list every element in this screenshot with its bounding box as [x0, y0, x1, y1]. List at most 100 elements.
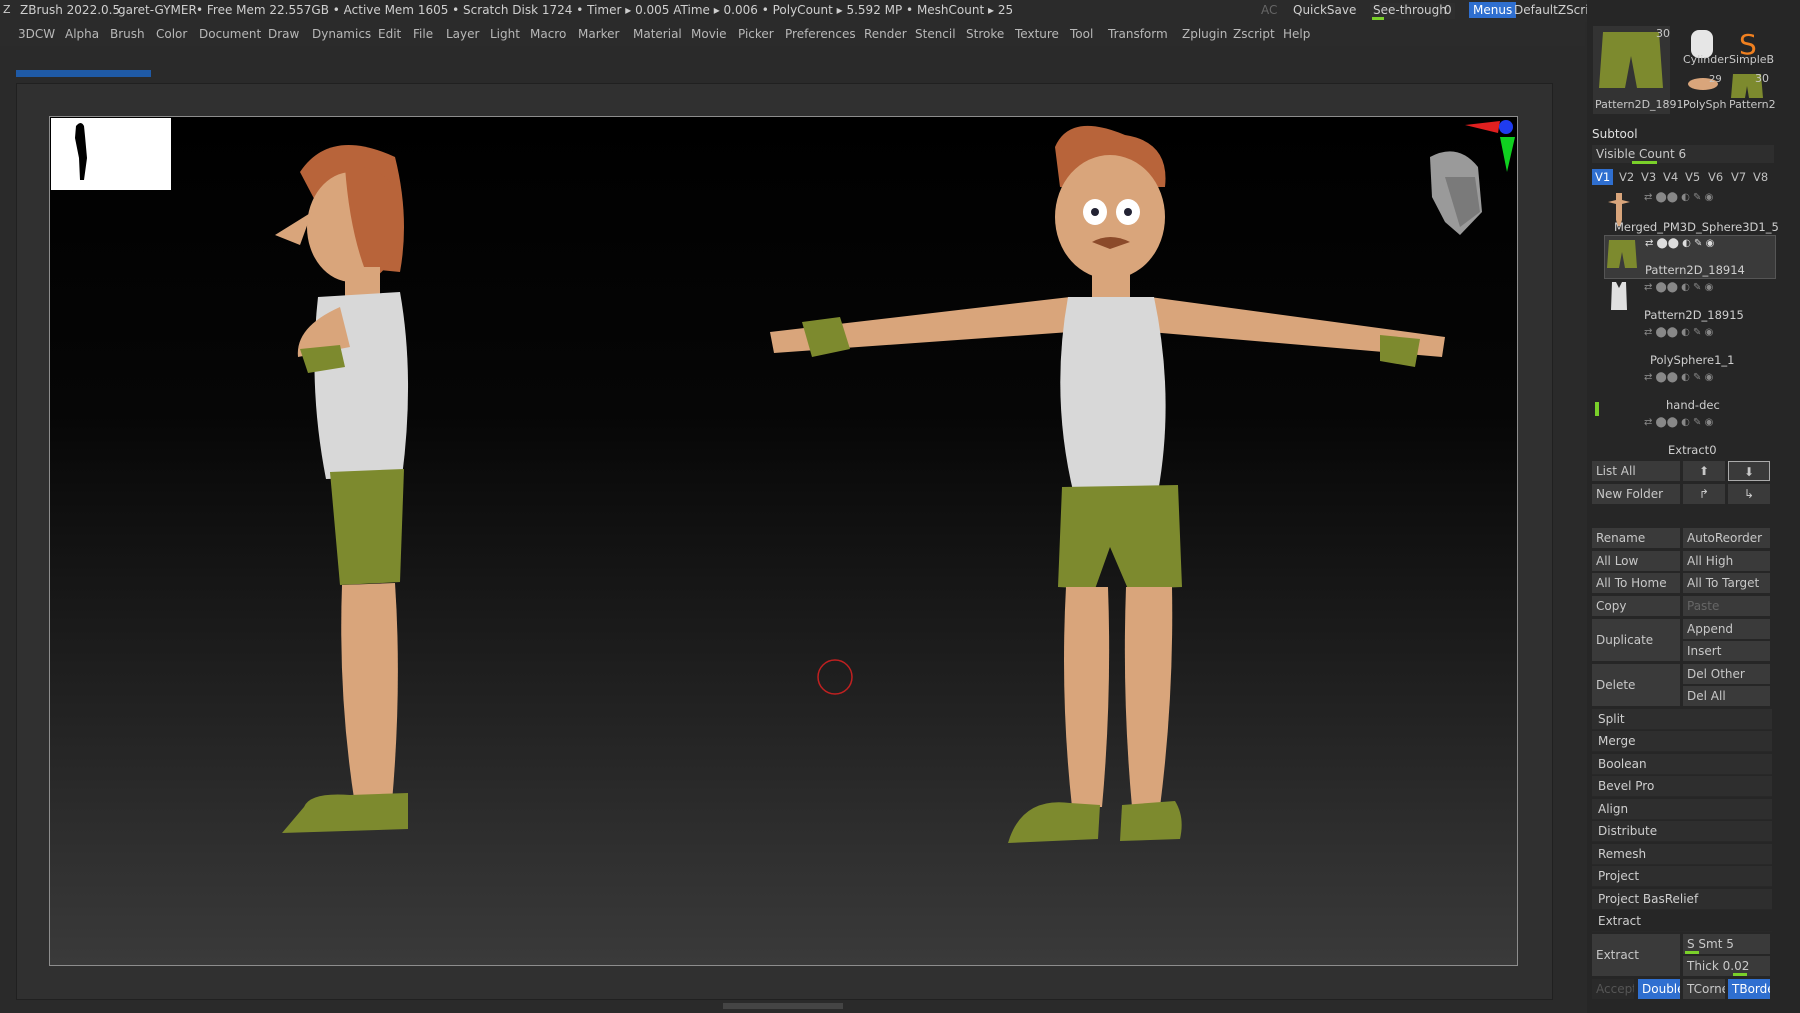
tool-thumb-count: 30: [1755, 72, 1769, 85]
distribute-section[interactable]: Distribute: [1592, 821, 1772, 842]
subtool-controls-icon[interactable]: ⇄ ⬤⬤ ◐ ✎ ◉: [1644, 417, 1713, 428]
extract-section[interactable]: Extract: [1592, 911, 1772, 932]
subtool-controls-icon[interactable]: ⇄ ⬤⬤ ◐ ✎ ◉: [1644, 372, 1713, 383]
tab-v4[interactable]: V4: [1663, 170, 1678, 184]
tool-thumb-polysphere[interactable]: 29 PolySph: [1683, 72, 1726, 112]
visible-count-slider[interactable]: Visible Count 6: [1592, 145, 1774, 164]
tool-thumb-count: 30: [1656, 27, 1670, 40]
menu-3dcw[interactable]: 3DCW: [18, 27, 55, 41]
double-toggle[interactable]: Double: [1638, 979, 1680, 999]
tab-v3[interactable]: V3: [1641, 170, 1656, 184]
menu-render[interactable]: Render: [864, 27, 907, 41]
subtool-name: Pattern2D_18914: [1645, 263, 1745, 277]
copy-button[interactable]: Copy: [1592, 596, 1680, 616]
tab-v2[interactable]: V2: [1619, 170, 1634, 184]
menu-texture[interactable]: Texture: [1015, 27, 1059, 41]
menu-help[interactable]: Help: [1283, 27, 1310, 41]
accept-button[interactable]: Accept: [1592, 979, 1634, 999]
subtool-item[interactable]: ⇄ ⬤⬤ ◐ ✎ ◉ Extract0: [1604, 415, 1774, 457]
viewport-canvas[interactable]: [49, 116, 1518, 966]
menu-light[interactable]: Light: [490, 27, 520, 41]
project-basrelief-section[interactable]: Project BasRelief: [1592, 889, 1772, 910]
menu-transform[interactable]: Transform: [1108, 27, 1168, 41]
subtool-controls-icon[interactable]: ⇄ ⬤⬤ ◐ ✎ ◉: [1645, 238, 1714, 249]
del-other-button[interactable]: Del Other: [1683, 664, 1770, 684]
menu-edit[interactable]: Edit: [378, 27, 401, 41]
menu-brush[interactable]: Brush: [110, 27, 145, 41]
tborde-toggle[interactable]: TBorde: [1728, 979, 1770, 999]
menu-stencil[interactable]: Stencil: [915, 27, 956, 41]
subtool-title[interactable]: Subtool: [1592, 127, 1638, 141]
subtool-controls-icon[interactable]: ⇄ ⬤⬤ ◐ ✎ ◉: [1644, 192, 1713, 203]
delete-button[interactable]: Delete: [1592, 664, 1680, 706]
menu-layer[interactable]: Layer: [446, 27, 479, 41]
bottom-tray-handle[interactable]: [723, 1003, 843, 1009]
quicksave-button[interactable]: QuickSave: [1293, 3, 1356, 17]
menu-draw[interactable]: Draw: [268, 27, 299, 41]
tab-v1[interactable]: V1: [1592, 169, 1614, 185]
folder-in-icon[interactable]: ↳: [1728, 484, 1770, 504]
all-low-button[interactable]: All Low: [1592, 551, 1680, 571]
tool-thumb-simplebrush[interactable]: S SimpleB: [1727, 26, 1774, 66]
all-high-button[interactable]: All High: [1683, 551, 1770, 571]
all-to-target-button[interactable]: All To Target: [1683, 573, 1770, 593]
project-section[interactable]: Project: [1592, 866, 1772, 887]
bevel-pro-section[interactable]: Bevel Pro: [1592, 776, 1772, 797]
menu-movie[interactable]: Movie: [691, 27, 727, 41]
navigation-thumbnail[interactable]: [51, 118, 171, 190]
menu-file[interactable]: File: [413, 27, 433, 41]
menu-marker[interactable]: Marker: [578, 27, 619, 41]
seethrough-slider[interactable]: See-through 0: [1370, 3, 1455, 20]
menu-picker[interactable]: Picker: [738, 27, 774, 41]
subtool-controls-icon[interactable]: ⇄ ⬤⬤ ◐ ✎ ◉: [1644, 327, 1713, 338]
menu-zplugin[interactable]: Zplugin: [1182, 27, 1227, 41]
autoreorder-button[interactable]: AutoReorder: [1683, 528, 1770, 548]
folder-out-icon[interactable]: ↱: [1683, 484, 1725, 504]
menu-document[interactable]: Document: [199, 27, 261, 41]
tool-thumb-pattern2[interactable]: 30 Pattern2: [1727, 72, 1776, 112]
tool-thumb-pattern2d[interactable]: 30 Pattern2D_1891-: [1593, 26, 1688, 114]
extract-button[interactable]: Extract: [1592, 934, 1680, 976]
menu-macro[interactable]: Macro: [530, 27, 566, 41]
paste-button[interactable]: Paste: [1683, 596, 1770, 616]
subtool-item[interactable]: ⇄ ⬤⬤ ◐ ✎ ◉ Pattern2D_18915: [1604, 280, 1774, 322]
merge-section[interactable]: Merge: [1592, 731, 1772, 752]
duplicate-button[interactable]: Duplicate: [1592, 619, 1680, 661]
insert-button[interactable]: Insert: [1683, 641, 1770, 661]
menu-preferences[interactable]: Preferences: [785, 27, 856, 41]
boolean-section[interactable]: Boolean: [1592, 754, 1772, 775]
new-folder-button[interactable]: New Folder: [1592, 484, 1680, 504]
split-section[interactable]: Split: [1592, 709, 1772, 730]
align-section[interactable]: Align: [1592, 799, 1772, 820]
menu-alpha[interactable]: Alpha: [65, 27, 99, 41]
orientation-head-icon[interactable]: [1430, 151, 1482, 235]
menu-material[interactable]: Material: [633, 27, 682, 41]
menu-tool[interactable]: Tool: [1070, 27, 1093, 41]
menu-stroke[interactable]: Stroke: [966, 27, 1004, 41]
subtool-item[interactable]: ⇄ ⬤⬤ ◐ ✎ ◉ hand-dec: [1604, 370, 1774, 412]
subtool-item[interactable]: ⇄ ⬤⬤ ◐ ✎ ◉ Merged_PM3D_Sphere3D1_5: [1604, 190, 1779, 234]
thick-slider[interactable]: Thick 0.02: [1683, 956, 1770, 976]
tab-v7[interactable]: V7: [1731, 170, 1746, 184]
menus-toggle[interactable]: Menus: [1469, 2, 1517, 18]
move-up-icon[interactable]: ⬆: [1683, 461, 1725, 481]
all-to-home-button[interactable]: All To Home: [1592, 573, 1680, 593]
tab-v6[interactable]: V6: [1708, 170, 1723, 184]
menu-dynamics[interactable]: Dynamics: [312, 27, 371, 41]
menu-color[interactable]: Color: [156, 27, 187, 41]
subtool-item[interactable]: ⇄ ⬤⬤ ◐ ✎ ◉ PolySphere1_1: [1604, 325, 1774, 367]
tcorne-toggle[interactable]: TCorne: [1683, 979, 1725, 999]
subtool-item-selected[interactable]: ⇄ ⬤⬤ ◐ ✎ ◉ Pattern2D_18914: [1604, 235, 1776, 279]
menu-zscript[interactable]: Zscript: [1233, 27, 1275, 41]
tab-v5[interactable]: V5: [1685, 170, 1700, 184]
del-all-button[interactable]: Del All: [1683, 686, 1770, 706]
move-down-icon[interactable]: ⬇: [1728, 461, 1770, 481]
list-all-button[interactable]: List All: [1592, 461, 1680, 481]
remesh-section[interactable]: Remesh: [1592, 844, 1772, 865]
tab-v8[interactable]: V8: [1753, 170, 1768, 184]
rename-button[interactable]: Rename: [1592, 528, 1680, 548]
subtool-controls-icon[interactable]: ⇄ ⬤⬤ ◐ ✎ ◉: [1644, 282, 1713, 293]
tool-thumb-cylinder[interactable]: Cylinder: [1683, 26, 1729, 66]
append-button[interactable]: Append: [1683, 619, 1770, 639]
s-smt-slider[interactable]: S Smt 5: [1683, 934, 1770, 954]
